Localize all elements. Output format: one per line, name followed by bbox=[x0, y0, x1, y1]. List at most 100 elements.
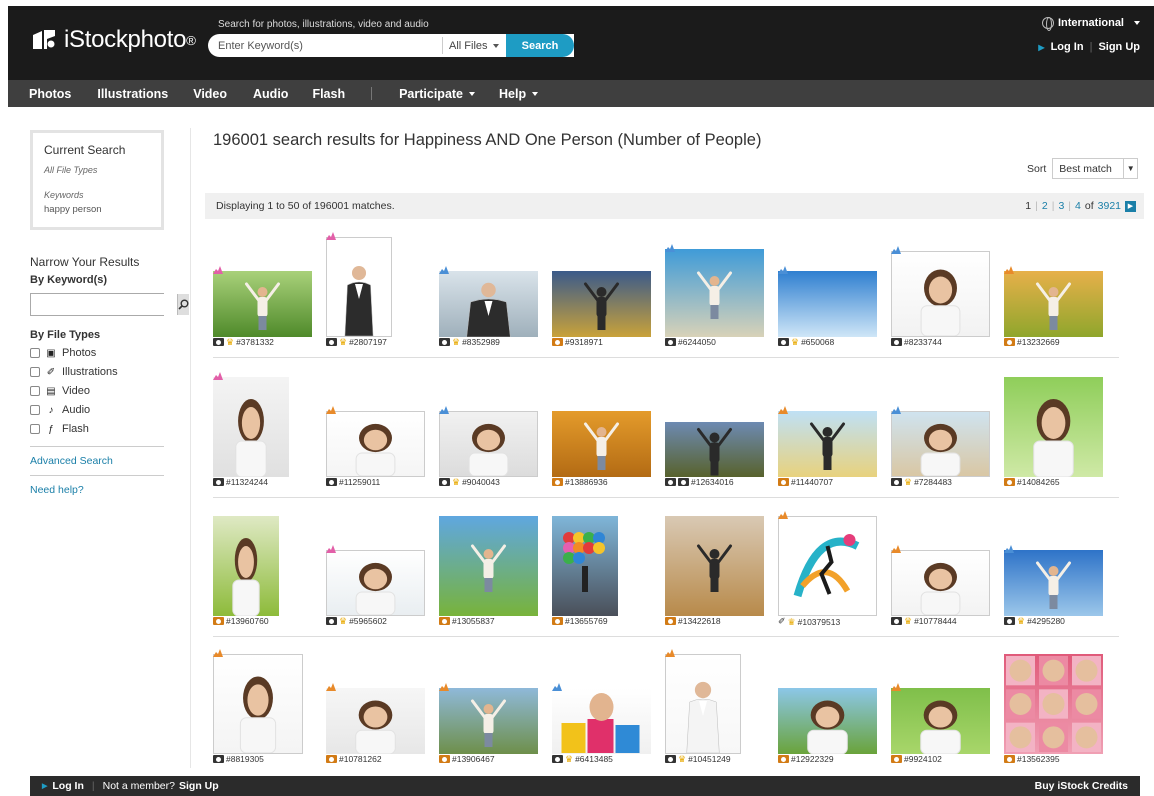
result-tile[interactable] bbox=[326, 510, 431, 620]
nav-flash[interactable]: Flash bbox=[312, 80, 345, 107]
result-thumbnail[interactable] bbox=[1004, 377, 1103, 477]
total-pages[interactable]: 3921 bbox=[1098, 200, 1121, 212]
result-tile[interactable] bbox=[213, 510, 318, 620]
file-id-label[interactable]: ♛ #5965602 bbox=[326, 616, 387, 626]
result-thumbnail[interactable] bbox=[326, 237, 392, 337]
file-id-label[interactable]: #13960760 bbox=[213, 616, 269, 626]
file-id-label[interactable]: #12922329 bbox=[778, 754, 834, 764]
file-id-label[interactable]: ♛ #650068 bbox=[778, 337, 834, 347]
result-tile[interactable] bbox=[326, 371, 431, 481]
file-id-label[interactable]: #9318971 bbox=[552, 337, 603, 347]
result-thumbnail[interactable] bbox=[326, 411, 425, 477]
result-thumbnail[interactable] bbox=[439, 411, 538, 477]
result-thumbnail[interactable] bbox=[778, 516, 877, 616]
file-id-label[interactable]: #13655769 bbox=[552, 616, 608, 626]
file-id-label[interactable]: #11259011 bbox=[326, 477, 380, 487]
result-thumbnail[interactable] bbox=[213, 516, 279, 616]
filter-illustrations[interactable]: ✐ Illustrations bbox=[30, 365, 164, 379]
result-thumbnail[interactable] bbox=[665, 654, 741, 754]
result-tile[interactable] bbox=[439, 648, 544, 758]
result-tile[interactable] bbox=[439, 510, 544, 620]
nav-photos[interactable]: Photos bbox=[29, 80, 71, 107]
result-thumbnail[interactable] bbox=[778, 688, 877, 754]
result-thumbnail[interactable] bbox=[891, 550, 990, 616]
result-tile[interactable] bbox=[1004, 231, 1109, 341]
file-id-label[interactable]: #13055837 bbox=[439, 616, 495, 626]
result-thumbnail[interactable] bbox=[778, 411, 877, 477]
buy-credits-link[interactable]: Buy iStock Credits bbox=[1035, 780, 1128, 792]
result-thumbnail[interactable] bbox=[778, 271, 877, 337]
international-menu[interactable]: International bbox=[1041, 17, 1140, 31]
file-id-label[interactable]: ♛ #10778444 bbox=[891, 616, 957, 626]
file-id-label[interactable]: #13906467 bbox=[439, 754, 495, 764]
result-thumbnail[interactable] bbox=[326, 688, 425, 754]
result-thumbnail[interactable] bbox=[439, 688, 538, 754]
result-tile[interactable] bbox=[213, 371, 318, 481]
file-id-label[interactable]: ♛ #8352989 bbox=[439, 337, 500, 347]
result-tile[interactable] bbox=[891, 510, 996, 620]
result-tile[interactable] bbox=[891, 231, 996, 341]
footer-login-link[interactable]: Log In bbox=[52, 780, 84, 792]
filter-audio[interactable]: ♪ Audio bbox=[30, 403, 164, 417]
nav-participate[interactable]: Participate bbox=[399, 80, 476, 107]
file-id-label[interactable]: ♛ #4295280 bbox=[1004, 616, 1065, 626]
result-tile[interactable] bbox=[665, 231, 770, 341]
keyword-refine-input[interactable] bbox=[31, 294, 177, 315]
result-tile[interactable] bbox=[665, 510, 770, 620]
result-thumbnail[interactable] bbox=[326, 550, 425, 616]
result-thumbnail[interactable] bbox=[213, 271, 312, 337]
result-tile[interactable] bbox=[665, 371, 770, 481]
result-tile[interactable] bbox=[891, 371, 996, 481]
signup-link[interactable]: Sign Up bbox=[1098, 41, 1140, 53]
file-type-select[interactable]: All Files bbox=[442, 37, 499, 54]
result-tile[interactable] bbox=[1004, 648, 1109, 758]
result-thumbnail[interactable] bbox=[1004, 550, 1103, 616]
result-tile[interactable] bbox=[213, 648, 318, 758]
filter-flash[interactable]: ƒ Flash bbox=[30, 422, 164, 436]
result-tile[interactable] bbox=[891, 648, 996, 758]
result-tile[interactable] bbox=[778, 231, 883, 341]
file-id-label[interactable]: ♛ #9040043 bbox=[439, 477, 500, 487]
page-4[interactable]: 4 bbox=[1075, 200, 1081, 212]
checkbox[interactable] bbox=[30, 386, 40, 396]
file-id-label[interactable]: ✐ ♛ #10379513 bbox=[778, 616, 840, 627]
result-thumbnail[interactable] bbox=[891, 688, 990, 754]
search-button[interactable]: Search bbox=[506, 34, 574, 57]
nav-audio[interactable]: Audio bbox=[253, 80, 288, 107]
checkbox[interactable] bbox=[30, 405, 40, 415]
result-thumbnail[interactable] bbox=[552, 271, 651, 337]
nav-help[interactable]: Help bbox=[499, 80, 539, 107]
result-tile[interactable] bbox=[213, 231, 318, 341]
result-tile[interactable] bbox=[552, 648, 657, 758]
result-thumbnail[interactable] bbox=[213, 377, 289, 477]
file-id-label[interactable]: ♛ #2807197 bbox=[326, 337, 387, 347]
sort-select[interactable]: Best match ▼ bbox=[1052, 158, 1139, 179]
file-id-label[interactable]: #12634016 bbox=[665, 477, 734, 487]
filter-photos[interactable]: ▣ Photos bbox=[30, 346, 164, 360]
page-3[interactable]: 3 bbox=[1058, 200, 1064, 212]
file-id-label[interactable]: #13562395 bbox=[1004, 754, 1060, 764]
result-tile[interactable] bbox=[778, 371, 883, 481]
file-id-label[interactable]: #13886936 bbox=[552, 477, 608, 487]
result-tile[interactable] bbox=[1004, 510, 1109, 620]
result-tile[interactable] bbox=[778, 648, 883, 758]
page-1[interactable]: 1 bbox=[1025, 200, 1031, 212]
nav-illustrations[interactable]: Illustrations bbox=[97, 80, 168, 107]
result-tile[interactable] bbox=[439, 231, 544, 341]
filter-video[interactable]: ▤ Video bbox=[30, 384, 164, 398]
next-page-icon[interactable]: ▶ bbox=[1125, 200, 1136, 212]
result-tile[interactable] bbox=[665, 648, 770, 758]
result-tile[interactable] bbox=[552, 371, 657, 481]
result-tile[interactable] bbox=[552, 231, 657, 341]
file-id-label[interactable]: #11440707 bbox=[778, 477, 833, 487]
result-thumbnail[interactable] bbox=[552, 516, 618, 616]
file-id-label[interactable]: #8819305 bbox=[213, 754, 264, 764]
file-id-label[interactable]: ♛ #7284483 bbox=[891, 477, 952, 487]
checkbox[interactable] bbox=[30, 367, 40, 377]
result-thumbnail[interactable] bbox=[891, 251, 990, 337]
result-tile[interactable] bbox=[326, 231, 431, 341]
nav-video[interactable]: Video bbox=[193, 80, 227, 107]
file-id-label[interactable]: #9924102 bbox=[891, 754, 942, 764]
page-2[interactable]: 2 bbox=[1042, 200, 1048, 212]
file-id-label[interactable]: #6244050 bbox=[665, 337, 716, 347]
